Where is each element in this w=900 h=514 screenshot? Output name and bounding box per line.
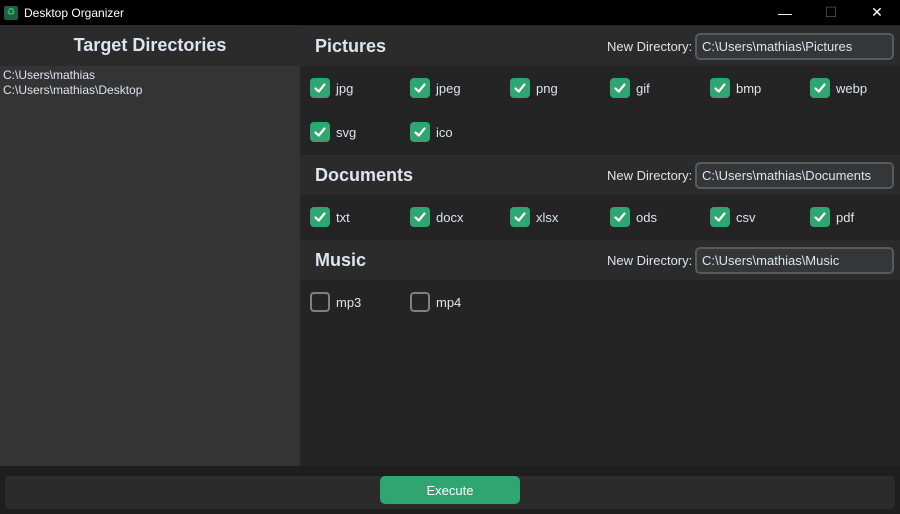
checkmark-icon [710,78,730,98]
close-button[interactable]: ✕ [854,0,900,25]
checkmark-icon [310,207,330,227]
checkbox-mp3[interactable]: mp3 [310,292,361,312]
maximize-button[interactable]: ☐ [808,0,854,25]
checkbox-svg[interactable]: svg [310,122,356,142]
music-directory-input[interactable] [695,247,894,274]
window-title: Desktop Organizer [24,5,125,20]
checkbox-box [310,292,330,312]
checkbox-xlsx[interactable]: xlsx [510,207,558,227]
checkmark-icon [810,207,830,227]
section-title: Music [315,249,367,270]
checkmark-icon [510,207,530,227]
checkbox-csv[interactable]: csv [710,207,756,227]
new-directory-label: New Directory: [607,167,693,183]
checkmark-icon [310,122,330,142]
recycle-icon: ♻ [4,5,18,20]
title-bar: ♻ Desktop Organizer — ☐ ✕ [0,0,900,25]
checkbox-ods[interactable]: ods [610,207,657,227]
new-directory-label: New Directory: [607,38,693,54]
checkbox-jpeg[interactable]: jpeg [410,78,461,98]
checkmark-icon [610,78,630,98]
checkbox-txt[interactable]: txt [310,207,350,227]
documents-directory-input[interactable] [695,162,894,189]
checkbox-png[interactable]: png [510,78,558,98]
window-controls: — ☐ ✕ [762,0,900,25]
checkmark-icon [410,78,430,98]
checkmark-icon [610,207,630,227]
checkbox-gif[interactable]: gif [610,78,650,98]
section-title: Pictures [315,35,387,56]
checkbox-pdf[interactable]: pdf [810,207,854,227]
directory-list[interactable]: C:\Users\mathias C:\Users\mathias\Deskto… [0,66,300,466]
section-header-pictures: Pictures New Directory: [300,26,900,66]
checkmark-icon [710,207,730,227]
target-directories-header: Target Directories [73,35,227,55]
checkbox-jpg[interactable]: jpg [310,78,353,98]
minimize-button[interactable]: — [762,0,808,25]
checkbox-mp4[interactable]: mp4 [410,292,461,312]
pictures-directory-input[interactable] [695,33,894,60]
checkbox-webp[interactable]: webp [810,78,867,98]
section-header-documents: Documents New Directory: [300,155,900,195]
categories-panel: Pictures New Directory: jpg jpeg png gif… [300,25,900,466]
checkbox-docx[interactable]: docx [410,207,463,227]
target-directories-panel: Target Directories C:\Users\mathias C:\U… [0,25,300,466]
checkbox-box [410,292,430,312]
execute-button[interactable]: Execute [380,476,520,504]
checkbox-ico[interactable]: ico [410,122,453,142]
list-item[interactable]: C:\Users\mathias\Desktop [3,83,297,98]
checkmark-icon [810,78,830,98]
new-directory-label: New Directory: [607,252,693,268]
checkmark-icon [410,207,430,227]
checkmark-icon [310,78,330,98]
checkmark-icon [510,78,530,98]
section-header-music: Music New Directory: [300,240,900,280]
list-item[interactable]: C:\Users\mathias [3,68,297,83]
checkbox-bmp[interactable]: bmp [710,78,761,98]
section-title: Documents [315,164,414,185]
checkmark-icon [410,122,430,142]
